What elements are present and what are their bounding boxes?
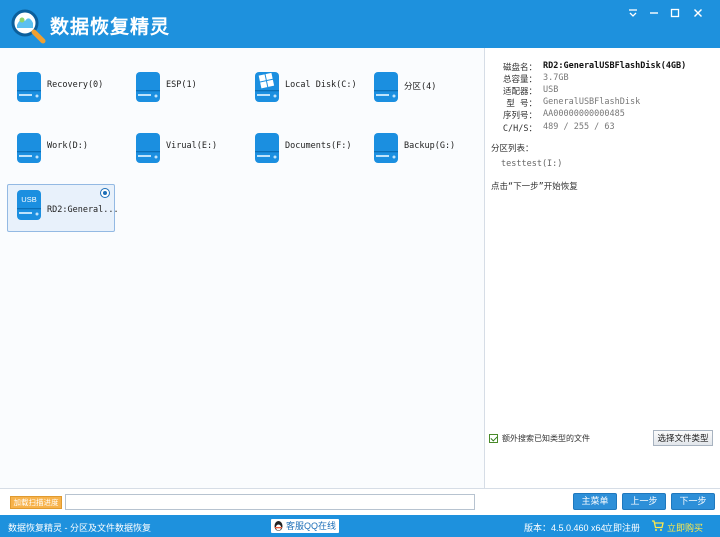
maximize-icon[interactable] — [666, 6, 684, 22]
disk-icon — [136, 133, 160, 163]
disk-icon — [374, 133, 398, 163]
drive-item-recovery[interactable]: Recovery(0) — [7, 62, 115, 110]
drive-label: Documents(F:) — [285, 141, 352, 151]
drive-item-partition-4[interactable]: 分区(4) — [364, 62, 472, 110]
status-bar: 数据恢复精灵 - 分区及文件数据恢复 客服QQ在线 版本：4.5.0.460 x… — [0, 515, 720, 537]
register-link[interactable]: 立即注册 — [604, 521, 640, 534]
drive-item-backup-g[interactable]: Backup(G:) — [364, 123, 472, 171]
disk-icon — [17, 72, 41, 102]
disk-icon — [255, 133, 279, 163]
buy-now-link[interactable]: 立即购买 — [667, 521, 703, 534]
app-logo-icon — [11, 9, 46, 44]
customer-service-qq-button[interactable]: 客服QQ在线 — [271, 519, 340, 533]
drive-label: Work(D:) — [47, 141, 88, 151]
drive-label: Virual(E:) — [166, 141, 218, 151]
version-text: 版本：4.5.0.460 x64 — [524, 523, 606, 533]
select-file-type-button[interactable]: 选择文件类型 — [653, 430, 713, 446]
drive-item-virual-e[interactable]: Virual(E:) — [126, 123, 234, 171]
drive-label: RD2:General... — [47, 205, 119, 215]
prev-step-button[interactable]: 上一步 — [622, 493, 666, 510]
cart-icon — [652, 520, 664, 531]
drive-label: Backup(G:) — [404, 141, 456, 151]
info-value: RD2:GeneralUSBFlashDisk(4GB) — [543, 61, 687, 71]
drive-label: Recovery(0) — [47, 80, 104, 90]
usb-text: USB — [21, 195, 36, 204]
disk-icon — [136, 72, 160, 102]
menu-icon[interactable] — [624, 6, 642, 22]
drive-item-usb-flash-disk[interactable]: USB RD2:General... — [7, 184, 119, 232]
qq-label: 客服QQ在线 — [286, 521, 337, 531]
qq-penguin-icon — [274, 521, 283, 531]
info-value: AA00000000000485 — [543, 109, 625, 119]
drive-item-work-d[interactable]: Work(D:) — [7, 123, 115, 171]
disk-icon — [17, 133, 41, 163]
partition-list-label: 分区列表： — [491, 144, 534, 154]
drive-list-panel: Recovery(0) ESP(1) Local Disk(C:) 分区(4) … — [0, 48, 484, 488]
info-value: 489 / 255 / 63 — [543, 122, 615, 132]
info-key: 总容量： — [502, 75, 537, 85]
partition-item[interactable]: testtest(I:) — [501, 159, 562, 169]
next-step-button[interactable]: 下一步 — [671, 493, 715, 510]
info-key: 适配器： — [502, 87, 537, 97]
info-value: GeneralUSBFlashDisk — [543, 97, 641, 107]
title-bar: 数据恢复精灵 — [0, 0, 720, 48]
drive-item-esp[interactable]: ESP(1) — [126, 62, 234, 110]
disk-info-panel: 磁盘名： RD2:GeneralUSBFlashDisk(4GB) 总容量： 3… — [485, 48, 720, 488]
info-value: 3.7GB — [543, 73, 569, 83]
status-text: 数据恢复精灵 - 分区及文件数据恢复 — [8, 523, 151, 533]
drive-label: Local Disk(C:) — [285, 80, 357, 90]
action-bar: 加载扫描进度 主菜单 上一步 下一步 — [0, 488, 720, 515]
next-step-hint: 点击“下一步”开始恢复 — [491, 182, 578, 192]
drive-item-documents-f[interactable]: Documents(F:) — [245, 123, 353, 171]
info-key: 型 号： — [506, 99, 537, 109]
load-scan-progress-button[interactable]: 加载扫描进度 — [10, 496, 62, 509]
info-key: C/H/S： — [502, 124, 537, 134]
extra-search-label: 额外搜索已知类型的文件 — [502, 434, 590, 443]
drive-item-local-disk-c[interactable]: Local Disk(C:) — [245, 62, 357, 110]
drive-label: ESP(1) — [166, 80, 197, 90]
main-menu-button[interactable]: 主菜单 — [573, 493, 617, 510]
path-input[interactable] — [65, 494, 475, 510]
info-key: 磁盘名： — [502, 63, 537, 73]
usb-disk-icon: USB — [17, 190, 41, 220]
close-icon[interactable] — [689, 6, 707, 22]
app-title: 数据恢复精灵 — [50, 16, 171, 38]
disk-icon — [374, 72, 398, 102]
info-key: 序列号： — [502, 111, 537, 121]
info-value: USB — [543, 85, 559, 95]
windows-disk-icon — [255, 72, 279, 102]
minimize-icon[interactable] — [645, 6, 663, 22]
drive-label: 分区(4) — [404, 82, 437, 92]
selected-radio-icon — [100, 188, 110, 198]
extra-search-checkbox[interactable] — [489, 434, 498, 443]
